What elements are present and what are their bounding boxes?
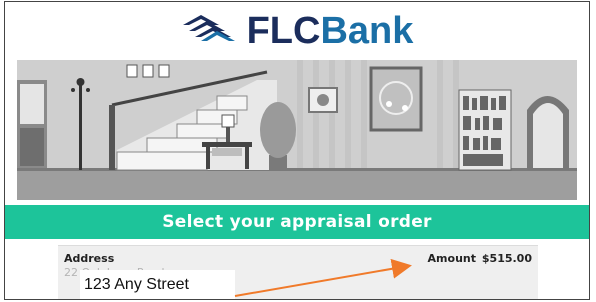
amount-value: $515.00 <box>481 252 532 265</box>
brand-logo: FLCBank <box>181 11 414 50</box>
annotation-callout-text: 123 Any Street <box>84 276 189 293</box>
app-frame: FLCBank Select your appraisal order Addr… <box>4 1 590 300</box>
hero-illustration <box>17 60 577 200</box>
section-banner: Select your appraisal order <box>5 205 589 239</box>
amount-label: Amount <box>427 252 476 265</box>
flc-chevron-logo-icon <box>181 11 241 50</box>
annotation-callout: 123 Any Street <box>80 270 235 299</box>
brand-name-part2: Bank <box>320 9 414 52</box>
address-label: Address <box>64 252 115 265</box>
banner-title: Select your appraisal order <box>162 212 432 232</box>
header-logo-area: FLCBank <box>5 2 589 59</box>
brand-name: FLCBank <box>247 12 414 50</box>
brand-name-part1: FLC <box>246 9 321 52</box>
